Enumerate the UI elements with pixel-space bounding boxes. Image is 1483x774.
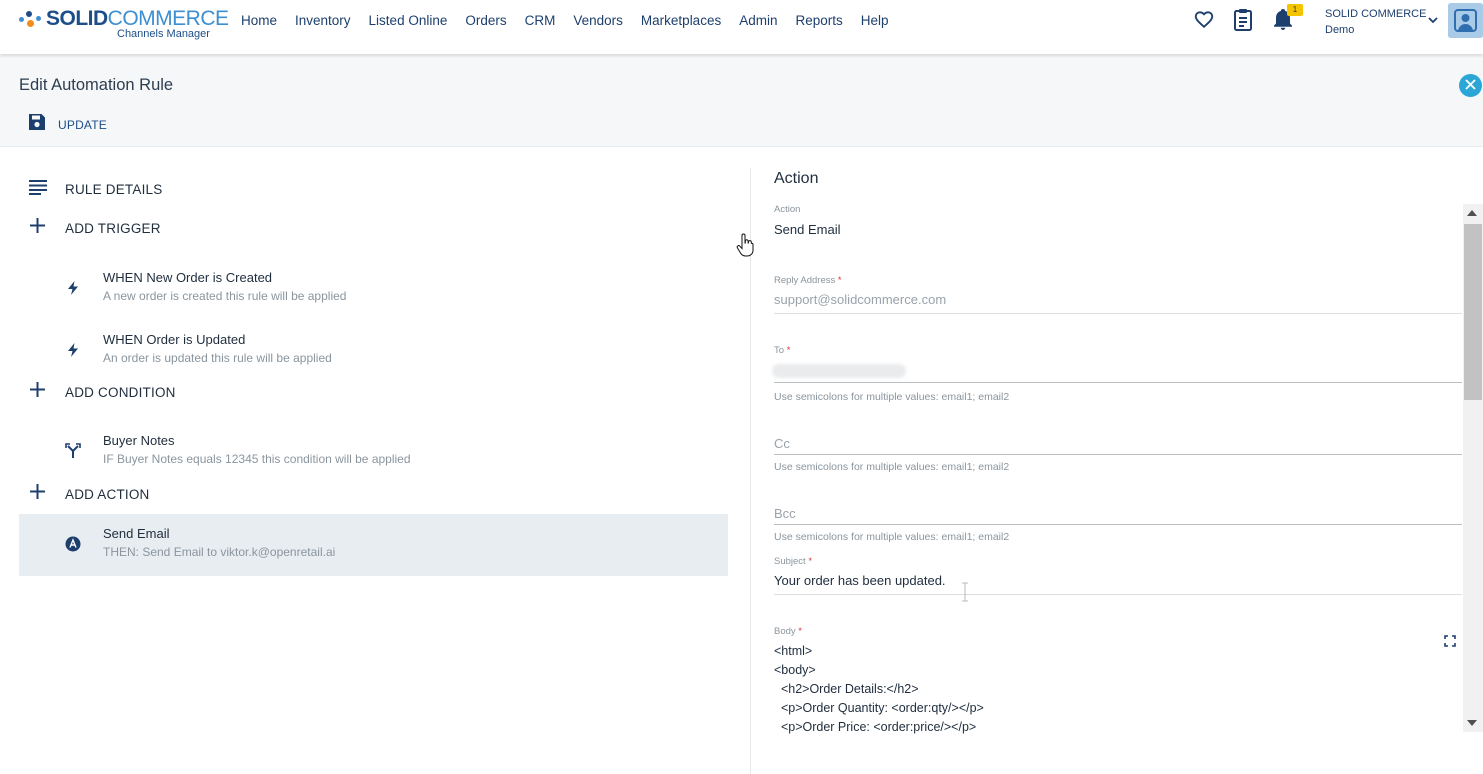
reply-address-input[interactable]: support@solidcommerce.com (774, 292, 946, 307)
trigger-subtitle: An order is updated this rule will be ap… (103, 351, 332, 365)
body-editor[interactable]: <html> <body> <h2>Order Details:</h2> <p>… (774, 642, 984, 737)
bcc-input[interactable]: Bcc (774, 506, 796, 521)
nav-reports[interactable]: Reports (795, 13, 842, 28)
to-field-hint: Use semicolons for multiple values: emai… (774, 391, 1010, 403)
page-title: Edit Automation Rule (19, 76, 174, 94)
cc-underline (774, 454, 1462, 455)
action-badge-icon (65, 536, 81, 552)
scrollbar-thumb[interactable] (1464, 224, 1482, 400)
hand-pointer-cursor-icon (736, 233, 754, 262)
rule-details-row[interactable]: RULE DETAILS (29, 177, 162, 201)
body-field-label: Body * (774, 626, 802, 637)
list-lines-icon (29, 179, 47, 200)
avatar[interactable] (1448, 3, 1483, 38)
body-line: <h2>Order Details:</h2> (774, 682, 919, 696)
rule-details-label: RULE DETAILS (65, 181, 163, 197)
update-button-label: UPDATE (58, 117, 107, 132)
body-line: <p>Order Price: <order:price/></p> (774, 720, 977, 734)
vertical-scrollbar[interactable] (1463, 204, 1483, 732)
trigger-title: WHEN New Order is Created (103, 270, 273, 285)
subject-input[interactable]: Your order has been updated. (774, 573, 946, 588)
nav-admin[interactable]: Admin (739, 13, 777, 28)
to-field-label: To * (774, 345, 791, 356)
nav-crm[interactable]: CRM (525, 13, 556, 28)
add-condition-label: ADD CONDITION (65, 384, 176, 400)
user-company: SOLID COMMERCE (1325, 8, 1427, 20)
user-name: Demo (1325, 24, 1355, 36)
add-condition-button[interactable]: ADD CONDITION (29, 380, 175, 404)
action-field-value: Send Email (774, 222, 841, 237)
nav-marketplaces[interactable]: Marketplaces (641, 13, 721, 28)
panel-title: Action (774, 170, 819, 187)
body-line: <body> (774, 663, 816, 677)
nav-vendors[interactable]: Vendors (573, 13, 623, 28)
plus-icon (29, 217, 46, 239)
nav-listed-online[interactable]: Listed Online (369, 13, 448, 28)
action-subtitle: THEN: Send Email to viktor.k@openretail.… (103, 545, 336, 559)
cc-input[interactable]: Cc (774, 436, 790, 451)
body-line: <p>Order Quantity: <order:qty/></p> (774, 701, 984, 715)
subject-field-label: Subject * (774, 556, 813, 567)
scroll-up-arrow-icon[interactable] (1467, 210, 1477, 216)
add-action-label: ADD ACTION (65, 486, 150, 502)
rule-outline-panel: RULE DETAILS ADD TRIGGER WHEN New Order … (0, 148, 750, 774)
notification-badge: 1 (1287, 4, 1303, 16)
user-menu[interactable]: SOLID COMMERCE Demo (1325, 6, 1438, 38)
trigger-subtitle: A new order is created this rule will be… (103, 289, 347, 303)
body-line: <html> (774, 644, 813, 658)
nav-home[interactable]: Home (241, 13, 277, 28)
fork-icon (65, 443, 81, 459)
trigger-item[interactable]: WHEN Order is Updated An order is update… (19, 320, 728, 382)
logo-dots-icon (19, 8, 45, 28)
main-nav: Home Inventory Listed Online Orders CRM … (232, 0, 898, 41)
to-field-redacted-value[interactable] (772, 364, 906, 378)
bcc-underline (774, 524, 1462, 525)
close-button[interactable] (1459, 74, 1482, 97)
to-field-underline (774, 382, 1462, 383)
clipboard-icon[interactable] (1232, 8, 1254, 34)
action-field-label: Action (774, 204, 801, 215)
brand-subtitle: Channels Manager (117, 28, 210, 40)
close-icon (1465, 77, 1476, 95)
plus-icon (29, 483, 46, 505)
subject-underline (774, 594, 1462, 595)
plus-icon (29, 381, 46, 403)
action-title: Send Email (103, 526, 170, 541)
lightning-icon (65, 342, 81, 358)
reply-address-underline (774, 313, 1462, 314)
nav-orders[interactable]: Orders (465, 13, 506, 28)
nav-inventory[interactable]: Inventory (295, 13, 351, 28)
update-button[interactable]: UPDATE (27, 112, 107, 137)
page-header: Edit Automation Rule UPDATE (0, 54, 1483, 147)
condition-title: Buyer Notes (103, 433, 175, 448)
action-item-selected[interactable]: Send Email THEN: Send Email to viktor.k@… (19, 514, 728, 576)
reply-address-label: Reply Address * (774, 275, 842, 286)
heart-icon[interactable] (1193, 8, 1215, 34)
add-action-button[interactable]: ADD ACTION (29, 482, 149, 506)
bcc-field-hint: Use semicolons for multiple values: emai… (774, 531, 1010, 543)
scroll-down-arrow-icon[interactable] (1467, 720, 1477, 726)
expand-icon[interactable] (1444, 634, 1456, 647)
chevron-down-icon (1428, 13, 1438, 29)
nav-help[interactable]: Help (861, 13, 889, 28)
trigger-title: WHEN Order is Updated (103, 332, 246, 347)
lightning-icon (65, 280, 81, 296)
trigger-item[interactable]: WHEN New Order is Created A new order is… (19, 258, 728, 320)
text-cursor-icon (960, 582, 970, 607)
add-trigger-label: ADD TRIGGER (65, 220, 161, 236)
save-icon (27, 112, 47, 137)
add-trigger-button[interactable]: ADD TRIGGER (29, 216, 161, 240)
condition-subtitle: IF Buyer Notes equals 12345 this conditi… (103, 452, 411, 466)
cc-field-hint: Use semicolons for multiple values: emai… (774, 461, 1010, 473)
top-navigation-bar: SOLIDCOMMERCE Channels Manager Home Inve… (0, 0, 1483, 54)
condition-item[interactable]: Buyer Notes IF Buyer Notes equals 12345 … (19, 421, 728, 483)
